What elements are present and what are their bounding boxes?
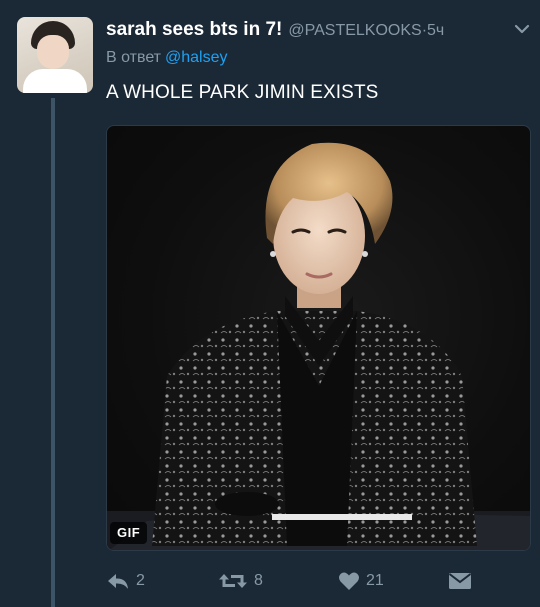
avatar-face	[37, 35, 69, 69]
dm-button[interactable]	[448, 566, 472, 596]
retweet-count: 8	[254, 572, 263, 589]
reply-count: 2	[136, 572, 145, 589]
gif-frame-illustration	[107, 142, 530, 550]
like-count: 21	[366, 572, 384, 589]
reply-context: В ответ @halsey	[106, 49, 228, 67]
envelope-icon	[448, 572, 472, 590]
gif-badge: GIF	[110, 522, 148, 544]
reply-icon	[106, 571, 130, 591]
display-name[interactable]: sarah sees bts in 7!	[106, 19, 282, 40]
reply-prefix: В ответ	[106, 49, 162, 66]
gif-media[interactable]	[106, 125, 531, 551]
tweet-text: A WHOLE PARK JIMIN EXISTS	[106, 82, 379, 103]
tweet-actions: 2 8 21	[106, 566, 526, 596]
avatar-shirt	[23, 69, 87, 93]
chevron-down-icon[interactable]	[512, 22, 532, 36]
thread-line	[51, 98, 55, 607]
heart-icon	[338, 571, 360, 591]
retweet-button[interactable]: 8	[218, 566, 263, 596]
timestamp[interactable]: 5ч	[427, 22, 444, 39]
reply-button[interactable]: 2	[106, 566, 145, 596]
like-button[interactable]: 21	[338, 566, 384, 596]
avatar[interactable]	[17, 17, 93, 93]
tweet-header: sarah sees bts in 7! @PASTELKOOKS·5ч	[106, 19, 516, 45]
retweet-icon	[218, 571, 248, 591]
reply-mention-link[interactable]: @halsey	[165, 49, 228, 66]
user-handle[interactable]: @PASTELKOOKS	[288, 22, 421, 39]
